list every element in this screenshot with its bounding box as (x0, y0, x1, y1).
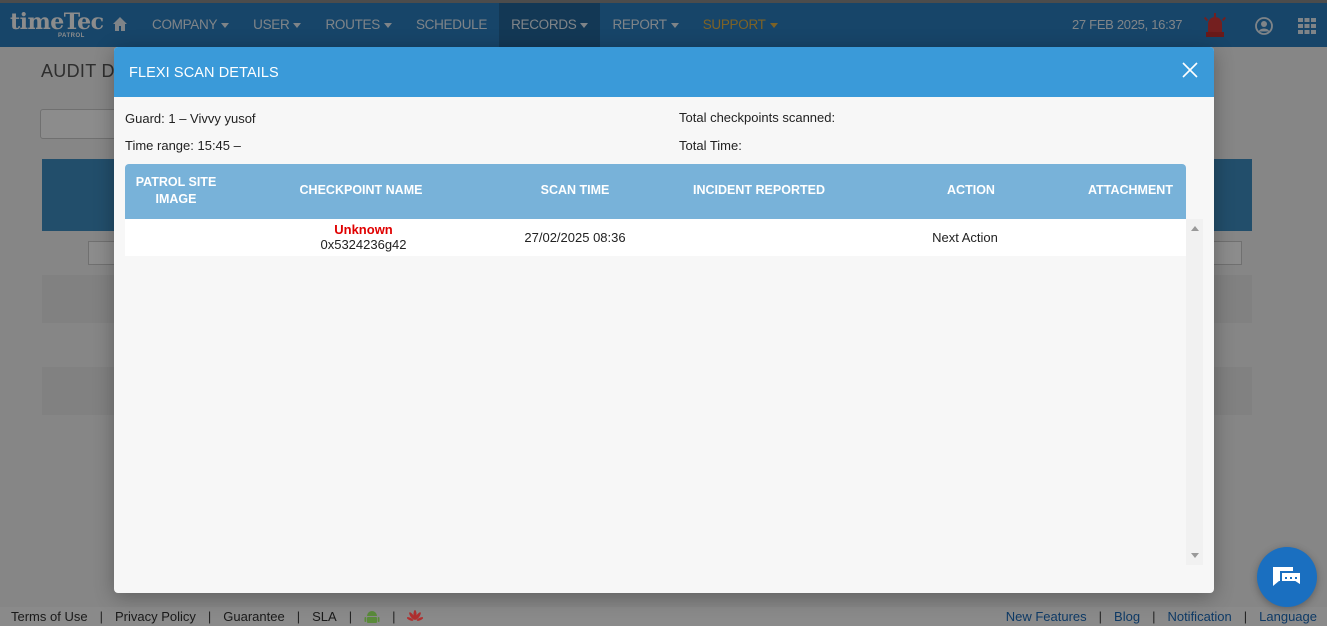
scan-time-cell: 27/02/2025 08:36 (524, 230, 626, 245)
footer-right-links: New Features | Blog | Notification | Langua… (1006, 609, 1317, 624)
footer-separator: | (1098, 609, 1103, 624)
checkpoint-id: 0x5324236g42 (320, 237, 407, 252)
column-action: ACTION (947, 183, 995, 197)
blog-link[interactable]: Blog (1114, 609, 1140, 624)
footer-separator: | (392, 609, 396, 624)
sla-link[interactable]: SLA (312, 609, 337, 624)
column-checkpoint-name: CHECKPOINT NAME (299, 183, 423, 197)
scan-table-header: PATROL SITE IMAGE CHECKPOINT NAME SCAN T… (125, 164, 1186, 219)
footer-separator: | (1243, 609, 1248, 624)
close-icon[interactable] (1180, 60, 1200, 80)
notification-link[interactable]: Notification (1167, 609, 1231, 624)
total-checkpoints-info: Total checkpoints scanned: (679, 110, 836, 125)
scroll-up-icon[interactable] (1191, 226, 1199, 231)
terms-of-use-link[interactable]: Terms of Use (11, 609, 88, 624)
live-chat-button[interactable] (1257, 547, 1317, 607)
column-incident-reported: INCIDENT REPORTED (693, 183, 825, 197)
footer-separator: | (296, 609, 301, 624)
total-time-info: Total Time: (679, 138, 742, 153)
flexi-scan-details-modal: FLEXI SCAN DETAILS Guard: 1 – Vivvy yuso… (114, 47, 1214, 593)
footer-separator: | (99, 609, 103, 624)
modal-header: FLEXI SCAN DETAILS (114, 47, 1214, 97)
checkpoint-name-cell: Unknown 0x5324236g42 (281, 222, 446, 253)
scan-table-body: Unknown 0x5324236g42 27/02/2025 08:36 Ne… (125, 219, 1186, 565)
new-features-link[interactable]: New Features (1006, 609, 1087, 624)
table-row[interactable]: Unknown 0x5324236g42 27/02/2025 08:36 Ne… (125, 219, 1186, 256)
time-range-info: Time range: 15:45 – (125, 138, 241, 153)
column-attachment: ATTACHMENT (1088, 183, 1173, 197)
column-patrol-site-image: PATROL SITE IMAGE (135, 175, 217, 206)
footer-separator: | (207, 609, 212, 624)
footer-left-links: Terms of Use | Privacy Policy | Guarantee |… (11, 609, 424, 624)
android-icon[interactable] (364, 610, 380, 624)
scroll-down-icon[interactable] (1191, 553, 1199, 558)
table-scrollbar[interactable] (1186, 219, 1203, 565)
guard-info: Guard: 1 – Vivvy yusof (125, 111, 256, 126)
huawei-icon[interactable] (407, 609, 424, 624)
footer: Terms of Use | Privacy Policy | Guarantee |… (0, 607, 1327, 626)
next-action-link[interactable]: Next Action (920, 230, 1010, 245)
column-scan-time: SCAN TIME (540, 183, 610, 197)
chat-icon (1273, 567, 1302, 588)
modal-title: FLEXI SCAN DETAILS (129, 65, 279, 81)
checkpoint-status: Unknown (334, 222, 393, 237)
language-link[interactable]: Language (1259, 609, 1317, 624)
footer-separator: | (1152, 609, 1156, 624)
privacy-policy-link[interactable]: Privacy Policy (115, 609, 196, 624)
guarantee-link[interactable]: Guarantee (223, 609, 284, 624)
footer-separator: | (348, 609, 353, 624)
